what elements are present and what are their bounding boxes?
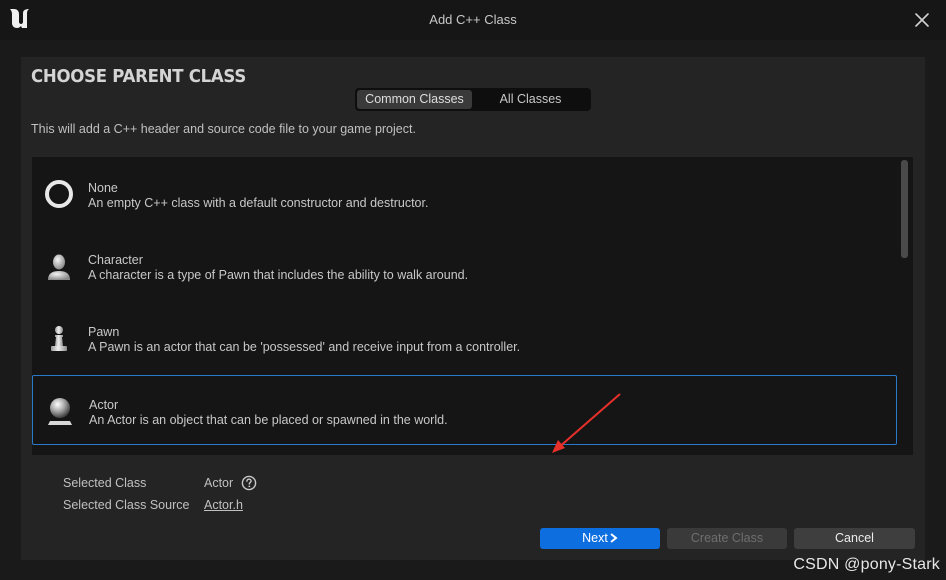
class-item-actor[interactable]: Actor An Actor is an object that can be …: [32, 375, 897, 445]
chevron-right-icon: [610, 533, 618, 543]
class-item-description: A character is a type of Pawn that inclu…: [88, 268, 469, 282]
dialog-description: This will add a C++ header and source co…: [31, 122, 416, 136]
class-item-description: An empty C++ class with a default constr…: [88, 196, 429, 210]
next-button[interactable]: Next: [540, 528, 660, 549]
class-item-name: Actor: [89, 398, 119, 412]
selected-class-label: Selected Class: [63, 476, 147, 490]
cancel-button[interactable]: Cancel: [794, 528, 915, 549]
selected-class-source-label: Selected Class Source: [63, 498, 190, 512]
dialog-panel: CHOOSE PARENT CLASS Common Classes All C…: [21, 57, 925, 560]
window-title: Add C++ Class: [429, 12, 517, 27]
class-list: None An empty C++ class with a default c…: [32, 157, 913, 455]
class-item-pawn[interactable]: Pawn A Pawn is an actor that can be 'pos…: [32, 303, 897, 373]
annotation-arrow: [552, 393, 621, 453]
chess-pawn-icon: [51, 326, 67, 351]
tab-common-classes[interactable]: Common Classes: [357, 90, 472, 109]
list-scrollbar[interactable]: [901, 160, 908, 258]
class-item-name: Character: [88, 253, 143, 267]
close-icon[interactable]: [912, 10, 932, 30]
class-item-none[interactable]: None An empty C++ class with a default c…: [32, 159, 897, 229]
class-filter-tabs: Common Classes All Classes: [355, 88, 591, 111]
sphere-on-pedestal-icon: [48, 398, 72, 425]
class-item-character[interactable]: Character A character is a type of Pawn …: [32, 231, 897, 301]
next-button-label: Next: [582, 531, 608, 545]
tab-all-classes[interactable]: All Classes: [472, 90, 589, 109]
help-icon[interactable]: [241, 475, 257, 491]
class-item-description: A Pawn is an actor that can be 'possesse…: [88, 340, 521, 354]
selected-class-source-link[interactable]: Actor.h: [204, 498, 243, 512]
create-class-button[interactable]: Create Class: [667, 528, 787, 549]
selected-class-value: Actor: [204, 476, 234, 490]
title-bar: Add C++ Class: [0, 0, 946, 40]
character-bust-icon: [48, 254, 70, 280]
class-item-name: Pawn: [88, 325, 120, 339]
class-item-description: An Actor is an object that can be placed…: [89, 413, 448, 427]
ring-icon: [45, 180, 73, 208]
watermark: CSDN @pony-Stark: [793, 556, 940, 573]
class-item-name: None: [88, 181, 118, 195]
page-title: CHOOSE PARENT CLASS: [31, 66, 246, 87]
